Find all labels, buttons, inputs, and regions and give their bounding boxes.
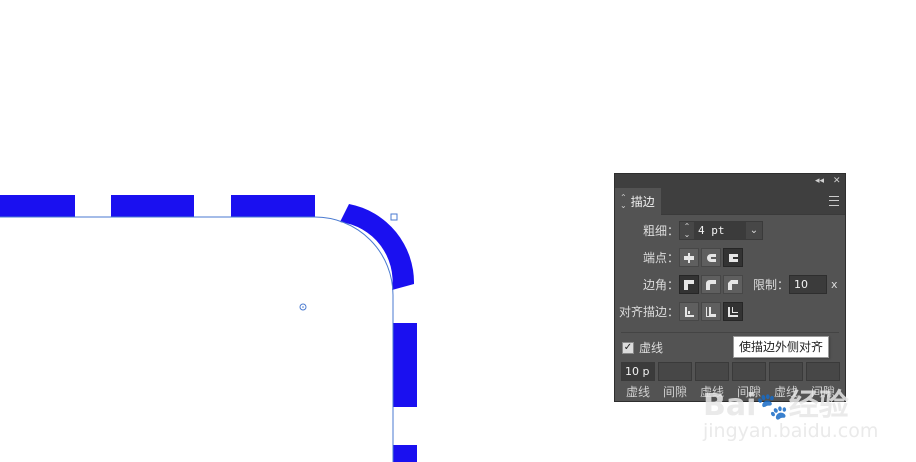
corner-label: 边角： — [642, 278, 679, 292]
weight-stepper[interactable]: ⌃ ⌄ 4 pt ⌄ — [679, 221, 763, 240]
chevron-down-icon[interactable]: ⌄ — [746, 225, 762, 236]
projecting-cap-icon[interactable] — [723, 248, 743, 267]
dashed-stroke[interactable] — [0, 195, 417, 462]
gap-label: 间隙 — [662, 385, 687, 399]
center-point[interactable] — [299, 303, 307, 311]
cap-row: 端点： — [621, 248, 745, 267]
watermark-brand: Bai — [703, 388, 757, 423]
butt-cap-icon[interactable] — [679, 248, 699, 267]
panel-menu-icon[interactable] — [829, 196, 839, 206]
panel-tabrow: ⌃ ⌄ 描边 — [615, 188, 845, 215]
gap-input-1[interactable] — [658, 362, 692, 381]
watermark-brand2: 经验 — [788, 388, 849, 423]
align-outside-icon[interactable] — [723, 302, 743, 321]
gap-input-2[interactable] — [732, 362, 766, 381]
dash-input-1[interactable]: 10 p — [621, 362, 655, 381]
divider — [621, 332, 839, 333]
tab-stroke[interactable]: ⌃ ⌄ 描边 — [615, 188, 661, 215]
dash-segment — [393, 323, 417, 407]
dashed-row: ✓ 虚线 — [622, 339, 663, 356]
watermark-url: jingyan.baidu.com — [703, 420, 879, 442]
stroke-panel: ◂◂ ✕ ⌃ ⌄ 描边 粗细： ⌃ ⌄ 4 pt ⌄ 端点： 边角： 限制： 1… — [614, 173, 846, 402]
dash-segment — [0, 195, 75, 217]
corner-row: 边角： 限制： 10 x — [621, 275, 838, 294]
limit-label: 限制： — [752, 278, 789, 292]
limit-input[interactable]: 10 — [789, 275, 827, 294]
gap-input-3[interactable] — [806, 362, 840, 381]
limit-suffix: x — [831, 278, 838, 291]
dash-segment — [231, 195, 315, 217]
collapse-icon[interactable]: ◂◂ — [815, 174, 824, 188]
dash-label: 虚线 — [625, 385, 650, 399]
dashed-label: 虚线 — [639, 341, 664, 355]
dash-segment — [393, 445, 417, 462]
dashed-checkbox[interactable]: ✓ — [622, 341, 634, 354]
miter-join-icon[interactable] — [679, 275, 699, 294]
anchor-point[interactable] — [390, 213, 398, 221]
panel-titlebar: ◂◂ ✕ — [615, 174, 845, 188]
dash-input-2[interactable] — [695, 362, 729, 381]
align-row: 对齐描边： — [619, 302, 745, 321]
stepper-arrows-icon[interactable]: ⌃ ⌄ — [680, 222, 694, 239]
dash-input-3[interactable] — [769, 362, 803, 381]
close-icon[interactable]: ✕ — [833, 174, 841, 188]
weight-row: 粗细： ⌃ ⌄ 4 pt ⌄ — [621, 221, 763, 240]
bevel-join-icon[interactable] — [723, 275, 743, 294]
round-cap-icon[interactable] — [701, 248, 721, 267]
tab-label: 描边 — [630, 195, 655, 209]
weight-value[interactable]: 4 pt — [694, 222, 746, 239]
weight-label: 粗细： — [642, 224, 679, 238]
tooltip: 使描边外侧对齐 — [733, 336, 830, 358]
align-center-icon[interactable] — [679, 302, 699, 321]
round-join-icon[interactable] — [701, 275, 721, 294]
align-inside-icon[interactable] — [701, 302, 721, 321]
dash-segment — [111, 195, 194, 217]
align-label: 对齐描边： — [619, 305, 680, 319]
selected-path[interactable] — [0, 216, 394, 462]
watermark-logo: Bai🐾经验 — [703, 388, 849, 423]
cap-label: 端点： — [642, 251, 679, 265]
expand-options-icon[interactable]: ⌃ ⌄ — [620, 193, 627, 210]
